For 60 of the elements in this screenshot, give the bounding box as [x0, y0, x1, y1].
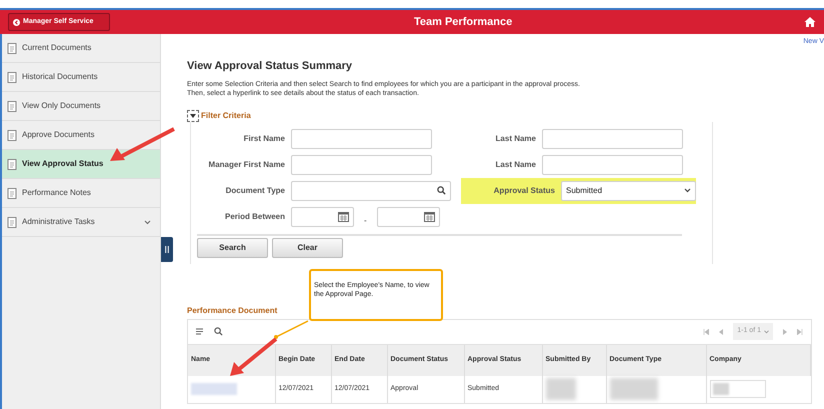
document-icon	[7, 158, 17, 170]
pointer-arrow	[108, 127, 176, 163]
section-heading: View Approval Status Summary	[187, 59, 354, 74]
sidebar-item[interactable]: View Only Documents	[2, 92, 160, 121]
redacted-name-link[interactable]	[191, 383, 237, 395]
chevron-down-icon	[144, 220, 151, 224]
filter-title: Filter Criteria	[201, 110, 251, 122]
text-field[interactable]	[542, 128, 683, 148]
document-icon	[7, 72, 17, 82]
collapse-handle[interactable]	[161, 237, 173, 262]
last-page-icon[interactable]	[797, 328, 803, 334]
field-label: Last Name	[494, 158, 537, 170]
field-label: Period Between	[224, 210, 286, 222]
field-label: First Name	[242, 132, 286, 144]
document-icon	[7, 188, 17, 198]
sidebar-item[interactable]: Historical Documents	[2, 63, 160, 92]
next-page-icon[interactable]	[783, 328, 787, 334]
field-label: Approval Status	[492, 184, 556, 196]
collapse-toggle[interactable]	[187, 110, 199, 122]
list-icon[interactable]	[196, 328, 205, 336]
sidebar-item[interactable]: Performance Notes	[2, 179, 160, 208]
document-icon	[7, 100, 17, 112]
page-title: Team Performance	[414, 14, 512, 30]
text-field[interactable]	[542, 154, 683, 174]
chevron-down-icon	[764, 330, 769, 334]
text-field[interactable]	[291, 128, 432, 148]
previous-page-icon[interactable]	[719, 328, 724, 334]
sidebar-item[interactable]: Current Documents	[2, 34, 160, 63]
document-icon	[7, 130, 17, 140]
search-icon[interactable]	[214, 327, 223, 336]
document-icon	[7, 42, 17, 54]
sidebar-item[interactable]: Administrative Tasks	[2, 208, 160, 237]
company-field[interactable]	[710, 380, 766, 398]
status-dropdown[interactable]: Submitted	[561, 180, 696, 200]
document-icon	[7, 216, 17, 228]
lookup-field[interactable]	[291, 180, 451, 200]
field-label: Last Name	[494, 132, 537, 144]
first-page-icon[interactable]	[703, 328, 710, 334]
calendar-icon[interactable]	[424, 211, 435, 222]
text-field[interactable]	[291, 154, 432, 174]
redacted-text	[712, 383, 728, 395]
range-separator: -	[364, 214, 367, 226]
back-icon	[13, 18, 20, 26]
search-icon[interactable]	[437, 186, 446, 195]
clear-button[interactable]: Clear	[272, 238, 343, 258]
caret-icon	[190, 114, 196, 118]
date-field[interactable]	[291, 206, 354, 226]
field-label: Document Type	[224, 184, 286, 196]
redacted-text	[610, 378, 658, 400]
sidebar-item[interactable]: View Approval Status	[2, 150, 160, 179]
search-button[interactable]: Search	[197, 238, 268, 258]
home-icon[interactable]	[804, 16, 816, 28]
pause-icon	[165, 246, 169, 253]
calendar-icon[interactable]	[338, 211, 349, 222]
field-label: Manager First Name	[208, 158, 286, 170]
pointer-arrow	[228, 338, 278, 378]
date-field[interactable]	[376, 206, 440, 226]
redacted-text	[546, 378, 576, 400]
grid-title: Performance Document	[187, 304, 278, 316]
chevron-down-icon	[684, 188, 691, 193]
